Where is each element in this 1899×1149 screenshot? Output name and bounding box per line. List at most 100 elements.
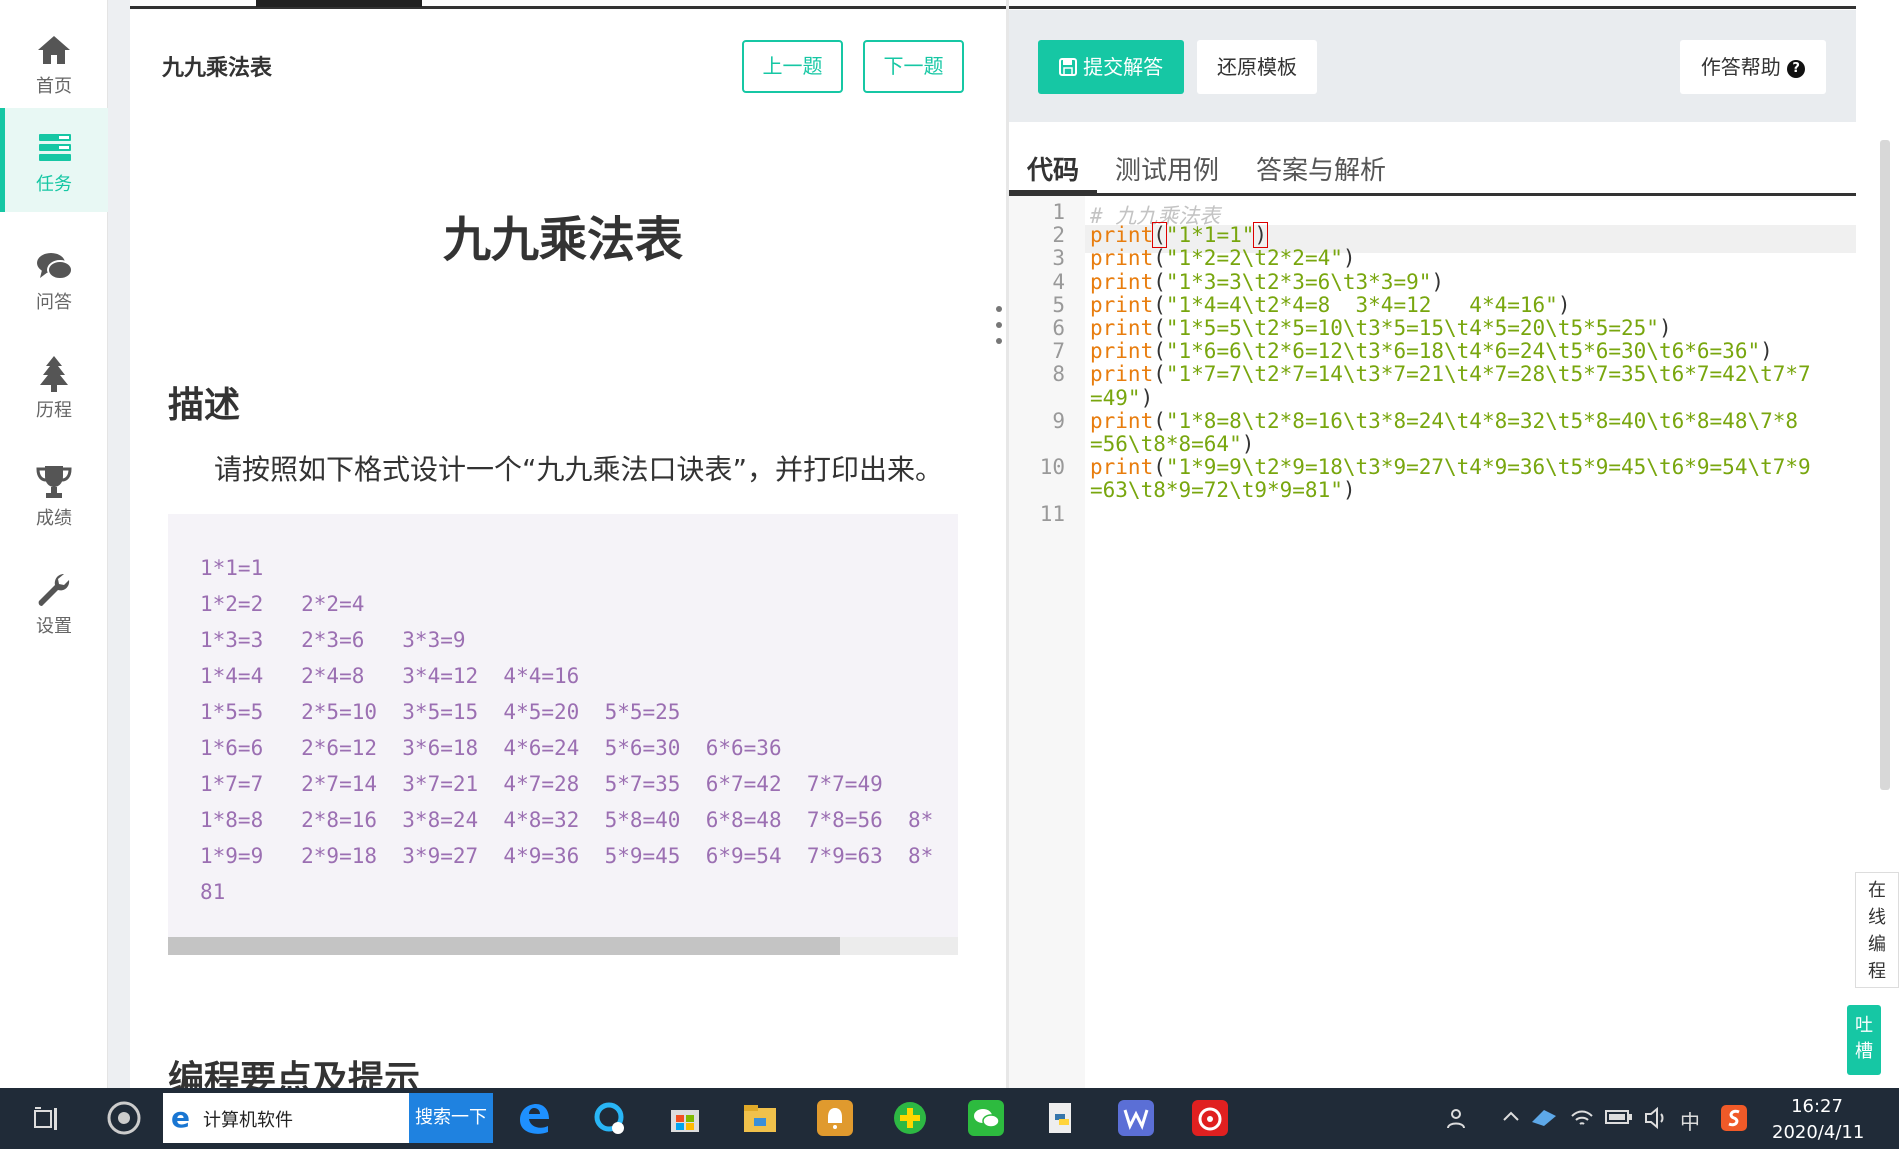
- left-gap: [108, 0, 130, 1088]
- nav-item-history[interactable]: 历程: [0, 334, 108, 438]
- people-icon[interactable]: [1446, 1106, 1470, 1130]
- nav-item-scores[interactable]: 成绩: [0, 442, 108, 546]
- line-number: 1: [1052, 200, 1065, 224]
- sample-output-block: 1*1=1 1*2=2 2*2=4 1*3=3 2*3=6 3*3=9 1*4=…: [168, 514, 958, 954]
- clock-date: 2020/4/11: [1772, 1122, 1865, 1143]
- top-tab-indicator: [256, 0, 422, 7]
- save-icon: [1058, 58, 1077, 76]
- code-line[interactable]: print("1*3=3\t2*3=6\t3*3=9"): [1090, 270, 1444, 294]
- wechat-icon[interactable]: [968, 1100, 1004, 1136]
- page-scrollbar-thumb[interactable]: [1880, 140, 1890, 790]
- nav-label: 设置: [36, 616, 72, 637]
- line-number: 7: [1052, 339, 1065, 364]
- line-number: 10: [1039, 455, 1065, 480]
- tasks-icon: [39, 134, 71, 161]
- chat-icon: [37, 253, 73, 280]
- feedback-button[interactable]: 吐槽: [1847, 1005, 1881, 1075]
- submit-button[interactable]: 提交解答: [1038, 40, 1184, 94]
- nav-label: 问答: [36, 292, 72, 313]
- music-app-icon[interactable]: [1192, 1100, 1228, 1136]
- help-label: 作答帮助: [1700, 55, 1781, 79]
- editor-toolbar: 提交解答 还原模板 作答帮助 ?: [1009, 10, 1856, 122]
- notification-app-icon[interactable]: [817, 1100, 853, 1136]
- question-icon: ?: [1787, 59, 1806, 78]
- reset-template-button[interactable]: 还原模板: [1197, 40, 1317, 94]
- sample-output-text: 1*1=1 1*2=2 2*2=4 1*3=3 2*3=6 3*3=9 1*4=…: [200, 556, 934, 904]
- chevron-up-icon[interactable]: [1502, 1110, 1520, 1122]
- security-app-icon[interactable]: [892, 1100, 928, 1136]
- search-app-icon[interactable]: [592, 1100, 628, 1136]
- search-button[interactable]: 搜索一下: [409, 1093, 493, 1143]
- code-line[interactable]: print("1*8=8\t2*8=16\t3*8=24\t4*8=32\t5*…: [1090, 409, 1798, 433]
- next-question-button[interactable]: 下一题: [863, 40, 964, 93]
- code-line[interactable]: =63\t8*9=72\t9*9=81"): [1090, 478, 1356, 502]
- ie-icon: e: [171, 1101, 190, 1134]
- feedback-label: 吐槽: [1855, 1015, 1873, 1062]
- folder-icon[interactable]: [742, 1100, 778, 1136]
- nav-label: 成绩: [36, 508, 72, 529]
- line-number: 11: [1039, 501, 1065, 526]
- home-icon: [38, 36, 70, 64]
- line-number-gutter: 1 2 3 4 5 6 7 8 9 10 11: [1009, 196, 1085, 1088]
- problem-panel: 九九乘法表 上一题 下一题 九九乘法表 描述 请按照如下格式设计一个“九九乘法口…: [130, 0, 1006, 1088]
- store-icon[interactable]: [667, 1100, 703, 1136]
- code-line[interactable]: print("1*9=9\t2*9=18\t3*9=27\t4*9=36\t5*…: [1090, 455, 1811, 479]
- line-number: 9: [1052, 408, 1065, 433]
- battery-icon[interactable]: [1605, 1108, 1633, 1126]
- editor-tabs: 代码 测试用例 答案与解析: [1009, 122, 1856, 196]
- tab-answer-analysis[interactable]: 答案与解析: [1256, 150, 1386, 187]
- nav-item-home[interactable]: 首页: [0, 10, 108, 114]
- scrollbar-thumb[interactable]: [168, 937, 840, 955]
- code-line[interactable]: =49"): [1090, 386, 1153, 410]
- code-line[interactable]: print("1*2=2\t2*2=4"): [1090, 246, 1356, 270]
- wps-icon[interactable]: [1118, 1100, 1154, 1136]
- clock-time: 16:27: [1791, 1096, 1843, 1117]
- nav-item-settings[interactable]: 设置: [0, 550, 108, 654]
- code-line[interactable]: =56\t8*8=64"): [1090, 432, 1254, 456]
- code-line[interactable]: print("1*7=7\t2*7=14\t3*7=21\t4*7=28\t5*…: [1090, 362, 1811, 386]
- sample-scrollbar[interactable]: [168, 937, 958, 955]
- code-line[interactable]: print("1*5=5\t2*5=10\t3*5=15\t4*5=20\t5*…: [1090, 316, 1672, 340]
- nav-item-tasks[interactable]: 任务: [0, 108, 108, 212]
- editor-panel: 提交解答 还原模板 作答帮助 ? 代码 测试用例 答案与解析 12345678 9…: [1009, 10, 1856, 1088]
- cloud-bird-icon[interactable]: [1530, 1106, 1558, 1130]
- line-number: 3: [1052, 246, 1065, 271]
- left-nav: 首页 任务 问答 历程 成绩 设置: [0, 0, 108, 1088]
- submit-label: 提交解答: [1083, 55, 1164, 79]
- prev-question-button[interactable]: 上一题: [742, 40, 843, 93]
- line-number: 5: [1052, 292, 1065, 317]
- resize-handle[interactable]: [996, 306, 1002, 362]
- problem-heading: 九九乘法表: [442, 212, 683, 268]
- nav-label: 首页: [36, 76, 72, 97]
- task-view-icon[interactable]: [34, 1106, 62, 1132]
- line-number: 2: [1052, 223, 1065, 248]
- description-text: 请按照如下格式设计一个“九九乘法口诀表”，并打印出来。: [214, 453, 944, 486]
- sogou-icon[interactable]: [1720, 1104, 1748, 1132]
- hints-heading: 编程要点及提示: [168, 1059, 421, 1088]
- nav-item-qa[interactable]: 问答: [0, 226, 108, 330]
- tab-test-cases[interactable]: 测试用例: [1115, 150, 1219, 187]
- browser-logo-icon[interactable]: [106, 1100, 142, 1136]
- taskbar-clock[interactable]: 16:27 2020/4/11: [1772, 1094, 1865, 1146]
- search-input[interactable]: 计算机软件: [203, 1106, 293, 1132]
- online-programming-label: 在线编程: [1868, 880, 1886, 982]
- input-method-indicator[interactable]: 中: [1680, 1106, 1700, 1135]
- help-button[interactable]: 作答帮助 ?: [1680, 40, 1826, 94]
- online-programming-tab[interactable]: 在线编程: [1855, 872, 1899, 988]
- tab-code[interactable]: 代码: [1027, 150, 1079, 187]
- problem-title: 九九乘法表: [162, 56, 273, 81]
- taskbar-search-box[interactable]: e 计算机软件: [163, 1093, 409, 1143]
- python-file-icon[interactable]: [1043, 1100, 1079, 1136]
- line-number: 4: [1052, 269, 1065, 294]
- code-line[interactable]: print("1*6=6\t2*6=12\t3*6=18\t4*6=24\t5*…: [1090, 339, 1773, 363]
- edge-icon[interactable]: [516, 1100, 552, 1136]
- nav-label: 任务: [36, 174, 72, 195]
- tree-icon: [40, 356, 68, 392]
- code-line[interactable]: print("1*1=1"): [1090, 222, 1269, 249]
- wrench-icon: [38, 574, 70, 606]
- volume-icon[interactable]: [1644, 1106, 1668, 1130]
- trophy-icon: [36, 466, 72, 498]
- taskbar: e 计算机软件 搜索一下 中 16:27 2020/4/11: [0, 1088, 1899, 1149]
- code-line[interactable]: print("1*4=4\t2*4=8 3*4=12 4*4=16"): [1090, 293, 1570, 317]
- wifi-icon[interactable]: [1570, 1106, 1594, 1130]
